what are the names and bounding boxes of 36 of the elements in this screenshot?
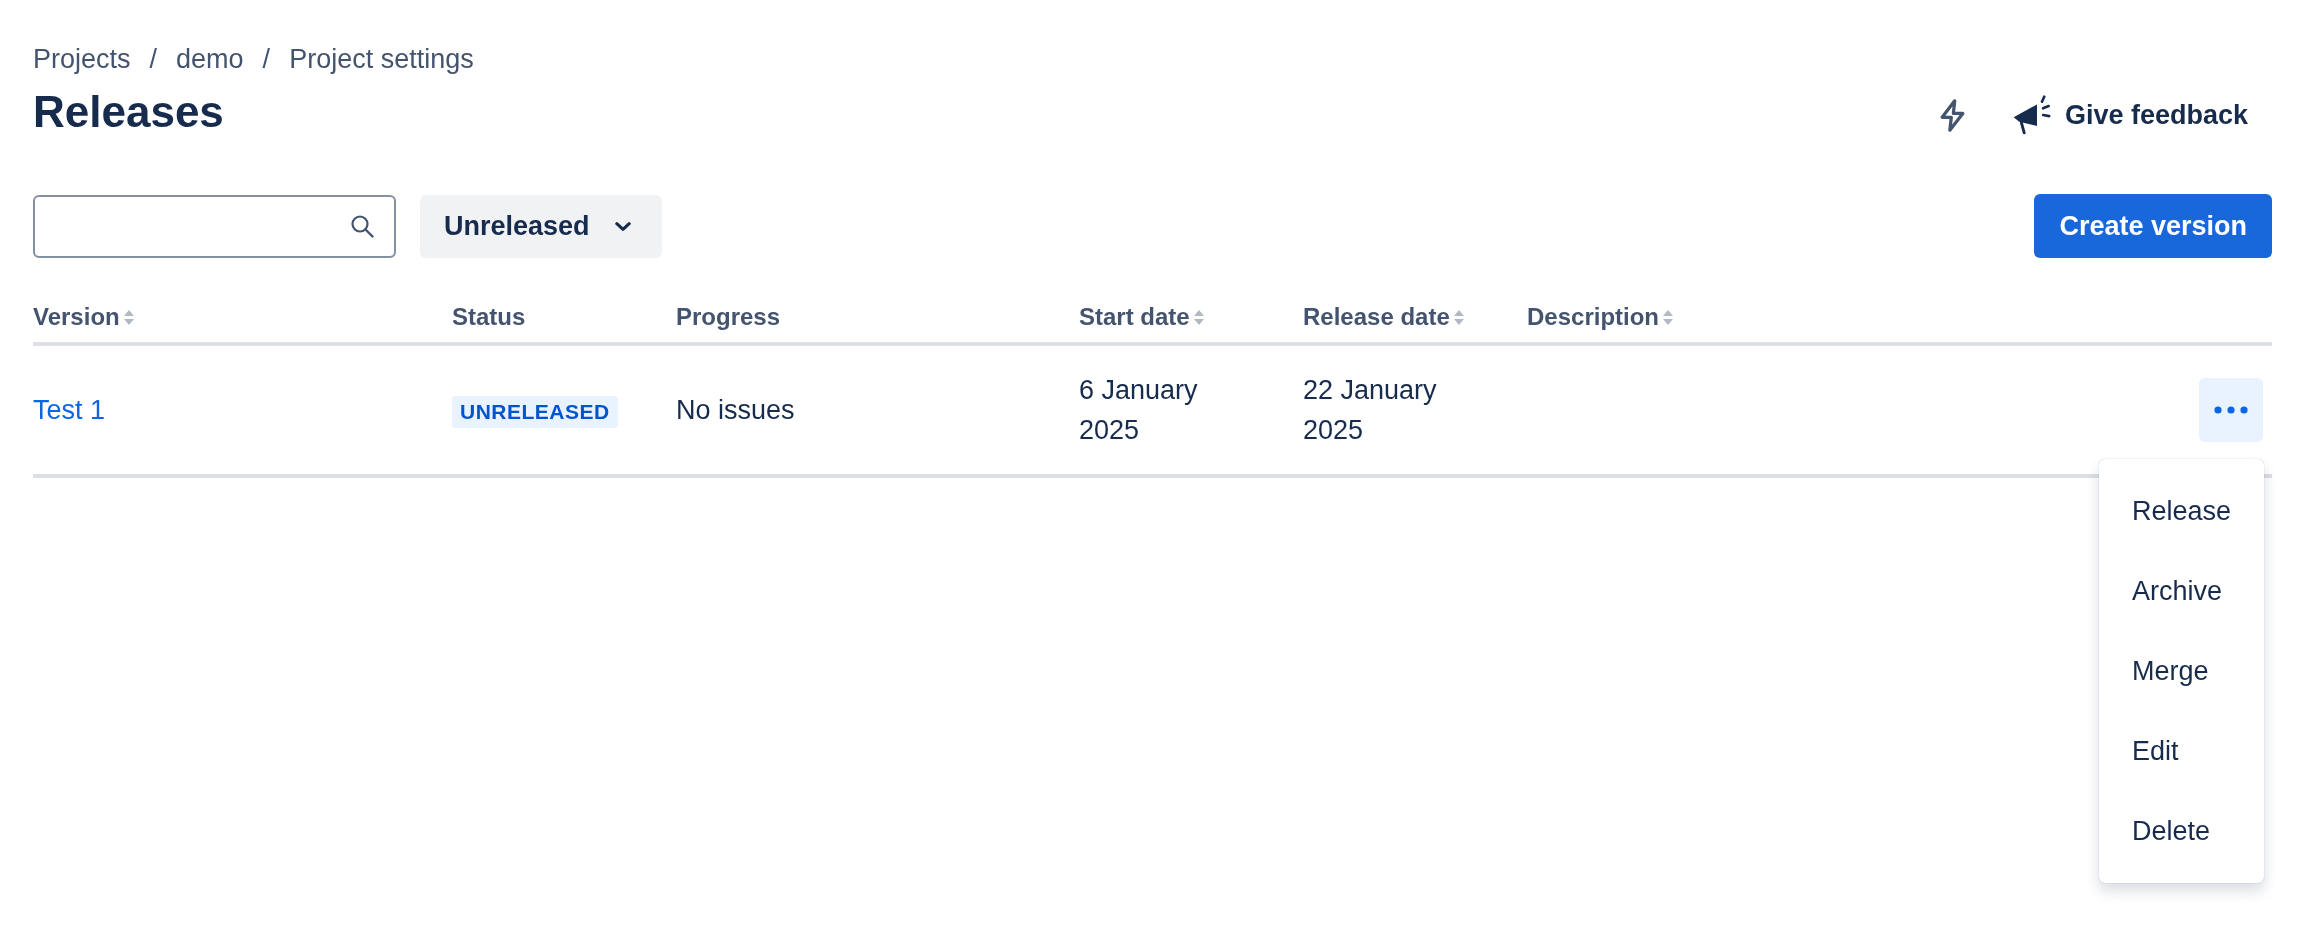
- sort-icon: [1662, 308, 1675, 326]
- breadcrumb-separator: /: [149, 43, 158, 76]
- status-filter-dropdown[interactable]: Unreleased: [420, 194, 662, 258]
- menu-item[interactable]: Merge: [2099, 631, 2264, 711]
- sort-icon: [1452, 308, 1465, 326]
- column-header: Status: [452, 302, 526, 332]
- more-actions-button[interactable]: [2199, 378, 2263, 442]
- feedback-button[interactable]: Give feedback: [1999, 89, 2272, 141]
- column-header[interactable]: Description: [1527, 302, 1675, 332]
- breadcrumb-link[interactable]: Projects: [33, 39, 131, 79]
- column-header[interactable]: Version: [33, 302, 135, 332]
- lightning-icon[interactable]: [1939, 98, 1965, 132]
- chevron-down-icon: [614, 221, 631, 231]
- menu-item[interactable]: Archive: [2099, 551, 2264, 631]
- column-header[interactable]: Release date: [1303, 302, 1465, 332]
- breadcrumb-link[interactable]: Project settings: [289, 39, 474, 79]
- page-title: Releases: [33, 86, 224, 138]
- megaphone-icon: [2011, 95, 2052, 135]
- create-version-button[interactable]: Create version: [2034, 194, 2272, 258]
- sort-icon: [1192, 308, 1205, 326]
- column-header: Progress: [676, 302, 781, 332]
- menu-item[interactable]: Edit: [2099, 711, 2264, 791]
- breadcrumb-link[interactable]: demo: [176, 39, 244, 79]
- more-icon: [2214, 406, 2248, 414]
- search-icon: [350, 214, 374, 238]
- column-header[interactable]: Start date: [1079, 302, 1205, 332]
- search-field[interactable]: [33, 194, 396, 258]
- status-lozenge: UNRELEASED: [452, 396, 618, 428]
- breadcrumb-separator: /: [262, 43, 271, 76]
- menu-item[interactable]: Delete: [2099, 791, 2264, 871]
- progress-text: No issues: [676, 395, 795, 425]
- release-date: 22 January 2025: [1303, 374, 1438, 447]
- menu-item[interactable]: Release: [2099, 471, 2264, 551]
- start-date: 6 January 2025: [1079, 374, 1199, 447]
- version-link[interactable]: Test 1: [33, 395, 106, 425]
- sort-icon: [122, 308, 135, 326]
